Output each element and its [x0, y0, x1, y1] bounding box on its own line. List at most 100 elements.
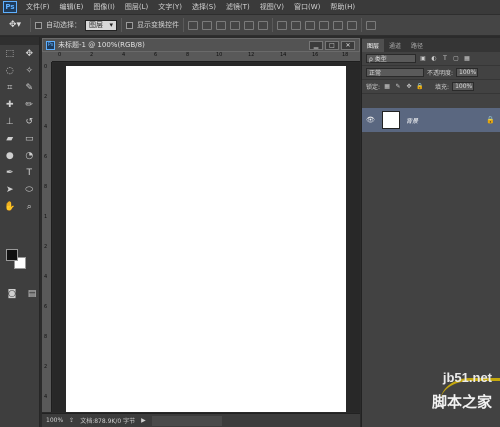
- vertical-ruler[interactable]: 0 2 4 6 8 1 2 4 6 8 2 4: [42, 62, 52, 412]
- filter-type-icon[interactable]: T: [441, 55, 449, 63]
- ruler-tick: 4: [44, 124, 48, 130]
- zoom-level[interactable]: 100%: [46, 417, 63, 424]
- clone-stamp-icon[interactable]: ⊥: [3, 115, 17, 129]
- move-icon[interactable]: ✥: [22, 47, 36, 61]
- crop-icon[interactable]: ⌗: [3, 81, 17, 95]
- menu-window[interactable]: 窗口(W): [289, 2, 325, 12]
- distribute-top-icon[interactable]: [277, 20, 287, 30]
- healing-brush-icon[interactable]: ✚: [3, 98, 17, 112]
- foreground-color-swatch[interactable]: [6, 249, 18, 261]
- align-right-icon[interactable]: [258, 20, 268, 30]
- maximize-button[interactable]: □: [325, 41, 339, 50]
- ruler-tick: 6: [44, 304, 48, 310]
- opacity-input[interactable]: 100%: [456, 68, 479, 77]
- align-bottom-icon[interactable]: [216, 20, 226, 30]
- fill-input[interactable]: 100%: [452, 82, 475, 91]
- path-selection-icon[interactable]: ➤: [3, 183, 17, 197]
- menu-file[interactable]: 文件(F): [21, 2, 55, 12]
- ellipse-icon[interactable]: ⬭: [22, 183, 36, 197]
- history-brush-icon[interactable]: ↺: [22, 115, 36, 129]
- watermark-brand: 脚本之家: [431, 393, 492, 411]
- document-canvas[interactable]: [66, 66, 346, 412]
- tab-layers[interactable]: 图层: [362, 39, 385, 52]
- minimize-button[interactable]: ▁: [309, 41, 323, 50]
- menu-select[interactable]: 选择(S): [187, 2, 221, 12]
- quick-mask-icon[interactable]: ◙: [5, 287, 19, 301]
- eye-icon[interactable]: 👁: [366, 116, 376, 124]
- ruler-tick: 8: [186, 52, 190, 58]
- align-vcenter-icon[interactable]: [202, 20, 212, 30]
- menu-filter[interactable]: 滤镜(T): [221, 2, 255, 12]
- align-hcenter-icon[interactable]: [244, 20, 254, 30]
- pen-icon[interactable]: ✒: [3, 166, 17, 180]
- tab-paths[interactable]: 路径: [406, 39, 428, 52]
- blend-mode-dropdown[interactable]: 正常: [366, 68, 424, 77]
- status-menu-arrow-icon[interactable]: ▶: [141, 417, 146, 424]
- status-scroll-area[interactable]: [151, 415, 222, 426]
- magic-wand-icon[interactable]: ✧: [22, 64, 36, 78]
- move-tool-preset-icon[interactable]: ✥▾: [4, 18, 26, 32]
- menu-help[interactable]: 帮助(H): [325, 2, 360, 12]
- close-button[interactable]: ✕: [341, 41, 355, 50]
- show-transform-checkbox[interactable]: [126, 21, 133, 29]
- distribute-vcenter-icon[interactable]: [291, 20, 301, 30]
- eraser-icon[interactable]: ▰: [3, 132, 17, 146]
- align-left-icon[interactable]: [230, 20, 240, 30]
- filter-pixel-icon[interactable]: ▣: [419, 55, 427, 63]
- auto-select-label: 自动选择：: [46, 21, 81, 29]
- auto-align-icon[interactable]: [366, 20, 376, 30]
- screen-mode-icon[interactable]: ▤: [25, 287, 39, 301]
- blur-icon[interactable]: ●: [3, 149, 17, 163]
- menu-edit[interactable]: 编辑(E): [55, 2, 89, 12]
- layer-name[interactable]: 背景: [406, 116, 480, 125]
- ruler-tick: 1: [44, 214, 48, 220]
- marquee-icon[interactable]: ⬚: [3, 47, 17, 61]
- document-tab[interactable]: Ps 未标题-1 @ 100%(RGB/8) ▁ □ ✕: [42, 38, 360, 52]
- lasso-icon[interactable]: ◌: [3, 64, 17, 78]
- brush-icon[interactable]: ✏: [22, 98, 36, 112]
- type-icon[interactable]: T: [22, 166, 36, 180]
- eyedropper-icon[interactable]: ✎: [22, 81, 36, 95]
- distribute-hcenter-icon[interactable]: [333, 20, 343, 30]
- auto-select-dropdown[interactable]: 图层 ▾: [85, 19, 117, 31]
- ruler-tick: 18: [342, 52, 349, 58]
- lock-image-icon[interactable]: ✎: [394, 83, 402, 91]
- ruler-origin[interactable]: [42, 52, 52, 62]
- distribute-bottom-icon[interactable]: [305, 20, 315, 30]
- filter-adjustment-icon[interactable]: ◐: [430, 55, 438, 63]
- export-icon[interactable]: ⇪: [69, 417, 74, 424]
- horizontal-ruler[interactable]: 0 2 4 6 8 10 12 14 16 18: [52, 52, 360, 62]
- tab-channels[interactable]: 通道: [384, 39, 406, 52]
- lock-icon: 🔒: [486, 116, 495, 124]
- zoom-icon[interactable]: ⌕: [22, 200, 36, 214]
- distribute-left-icon[interactable]: [319, 20, 329, 30]
- dodge-icon[interactable]: ◔: [22, 149, 36, 163]
- lock-position-icon[interactable]: ✥: [405, 83, 413, 91]
- ruler-tick: 0: [44, 64, 48, 70]
- lock-row: 锁定: ▦ ✎ ✥ 🔒 填充: 100%: [362, 80, 500, 94]
- layer-filter-dropdown[interactable]: ρ 类型: [366, 54, 416, 63]
- gradient-icon[interactable]: ▭: [22, 132, 36, 146]
- filter-smart-object-icon[interactable]: ▦: [463, 55, 471, 63]
- filter-shape-icon[interactable]: ▢: [452, 55, 460, 63]
- lock-transparent-icon[interactable]: ▦: [383, 83, 391, 91]
- options-bar: ✥▾ 自动选择： 图层 ▾ 显示变换控件: [0, 14, 500, 36]
- ruler-tick: 8: [44, 334, 48, 340]
- toolbox-header[interactable]: [0, 37, 39, 45]
- document-window: Ps 未标题-1 @ 100%(RGB/8) ▁ □ ✕ 0 2 4 6 8 1…: [42, 38, 360, 427]
- hand-icon[interactable]: ✋: [3, 200, 17, 214]
- fill-label: 填充:: [435, 84, 450, 91]
- layer-filter-row: ρ 类型 ▣ ◐ T ▢ ▦: [362, 52, 500, 66]
- align-top-icon[interactable]: [188, 20, 198, 30]
- layer-row-background[interactable]: 👁 背景 🔒: [362, 108, 500, 132]
- menu-layer[interactable]: 图层(L): [120, 2, 153, 12]
- lock-all-icon[interactable]: 🔒: [416, 83, 424, 91]
- auto-select-checkbox[interactable]: [35, 21, 42, 29]
- canvas-pasteboard[interactable]: [53, 63, 360, 412]
- menu-type[interactable]: 文字(Y): [153, 2, 187, 12]
- mode-row: ◙ ▤: [5, 287, 39, 301]
- menu-image[interactable]: 图像(I): [88, 2, 120, 12]
- document-title: 未标题-1 @ 100%(RGB/8): [58, 41, 145, 49]
- menu-view[interactable]: 视图(V): [255, 2, 289, 12]
- distribute-right-icon[interactable]: [347, 20, 357, 30]
